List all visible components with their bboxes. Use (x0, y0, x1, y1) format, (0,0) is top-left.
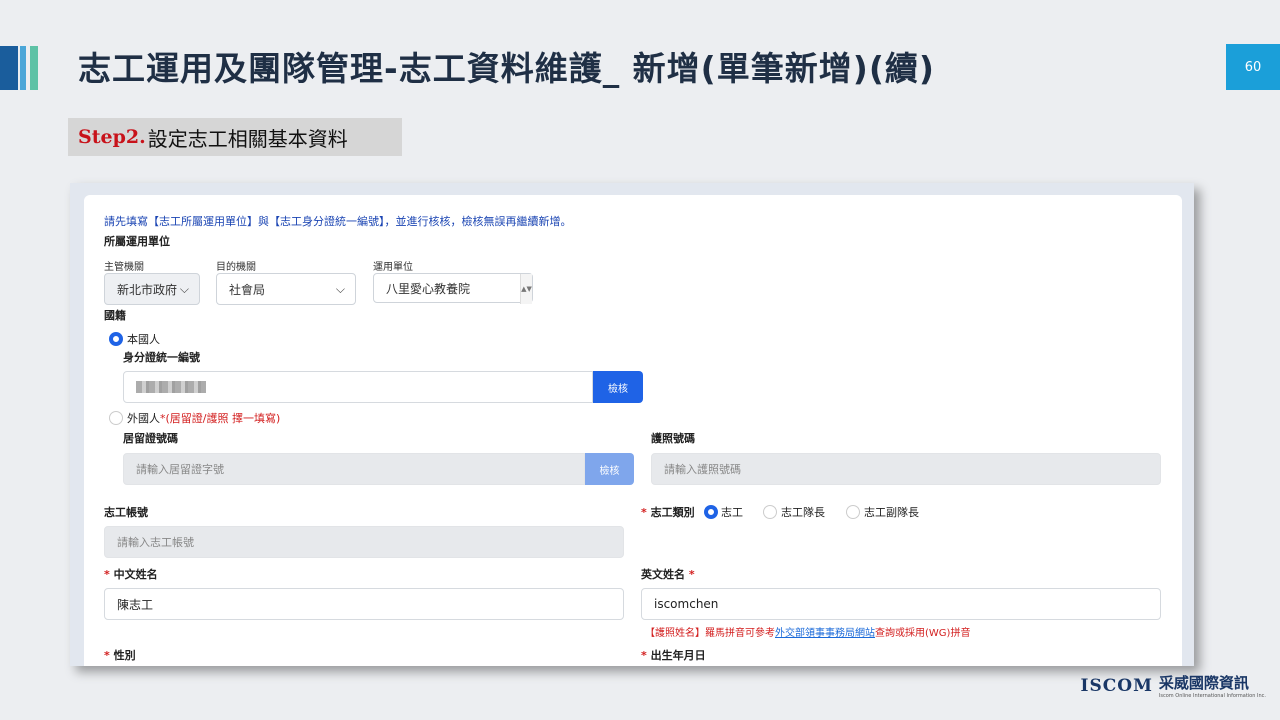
screenshot-frame: 請先填寫【志工所屬運用單位】與【志工身分證統一編號】，並進行核核，檢核無誤再繼續… (70, 183, 1194, 666)
gender-label-text: 性別 (113, 649, 136, 662)
english-name-label-text: 英文姓名 (641, 568, 685, 581)
residence-verify-button[interactable]: 檢核 (585, 453, 634, 485)
step-box: Step2. 設定志工相關基本資料 (68, 118, 402, 156)
birthdate-label-text: 出生年月日 (650, 649, 706, 662)
company-logo: ISCOM 采威國際資訊 Iscom Online International … (1081, 672, 1266, 699)
agency-value: 新北市政府 (117, 282, 178, 297)
agency-select[interactable]: 新北市政府 ⌵ (104, 273, 200, 305)
agency-label: 主管機關 (104, 262, 144, 273)
logo-right: 采威國際資訊 Iscom Online International Inform… (1159, 672, 1266, 699)
target-agency-select[interactable]: 社會局 ⌵ (216, 273, 356, 305)
type-radio-vice-captain[interactable] (846, 505, 860, 519)
account-input[interactable]: 請輸入志工帳號 (104, 526, 624, 558)
domestic-label: 本國人 (127, 333, 160, 346)
chinese-name-label-text: 中文姓名 (113, 568, 158, 581)
type-radio-volunteer[interactable] (704, 505, 718, 519)
chinese-name-input[interactable]: 陳志工 (104, 588, 624, 620)
id-verify-button[interactable]: 檢核 (593, 371, 643, 403)
unit-label: 運用單位 (373, 262, 413, 273)
english-name-hint: 【護照姓名】羅馬拼音可參考外交部領事事務局網站查詢或採用(WG)拼音 (645, 624, 970, 639)
chevron-down-icon: ⌵ (335, 282, 345, 296)
logo-en: Iscom Online International Information I… (1158, 693, 1266, 699)
select-arrows-icon: ▲▼ (520, 274, 532, 304)
page-number: 60 (1226, 44, 1280, 90)
logo-cn: 采威國際資訊 (1158, 674, 1249, 692)
volunteer-type-label-text: 志工類別 (650, 506, 695, 519)
hint-pre: 【護照姓名】羅馬拼音可參考 (645, 628, 775, 639)
id-number-label: 身分證統一編號 (123, 351, 200, 364)
unit-value: 八里愛心教養院 (386, 281, 471, 296)
step-prefix: Step2. (78, 126, 146, 148)
account-label: 志工帳號 (104, 506, 148, 519)
required-mark: * (641, 506, 647, 519)
foreign-radio[interactable] (109, 411, 123, 425)
residence-label: 居留證號碼 (123, 432, 178, 445)
foreign-label: 外國人*(居留證/護照 擇一填寫) (127, 410, 280, 426)
english-name-label: 英文姓名 * (641, 566, 695, 582)
domestic-radio[interactable] (109, 332, 123, 346)
birthdate-label: * 出生年月日 (641, 647, 706, 663)
gender-label: * 性別 (104, 647, 136, 663)
required-mark: * (688, 568, 695, 581)
type-option-volunteer: 志工 (721, 506, 743, 519)
accent-bar (30, 46, 38, 90)
required-mark: * (104, 649, 110, 662)
foreign-label-text: 外國人 (127, 412, 160, 425)
passport-input[interactable]: 請輸入護照號碼 (651, 453, 1161, 485)
passport-label: 護照號碼 (651, 432, 695, 445)
chinese-name-label: * 中文姓名 (104, 566, 158, 582)
notice-text: 請先填寫【志工所屬運用單位】與【志工身分證統一編號】，並進行核核，檢核無誤再繼續… (104, 215, 572, 228)
target-agency-value: 社會局 (229, 282, 266, 297)
title-accent-bars (0, 46, 40, 90)
consular-site-link[interactable]: 外交部領事事務局網站 (775, 628, 875, 639)
slide-title: 志工運用及團隊管理-志工資料維護_ 新增(單筆新增)(續) (78, 49, 936, 88)
type-option-captain: 志工隊長 (781, 506, 825, 519)
id-number-input[interactable] (123, 371, 593, 403)
required-mark: * (641, 649, 647, 662)
accent-bar (0, 46, 18, 90)
logo-word: ISCOM (1080, 675, 1153, 696)
target-agency-label: 目的機關 (216, 262, 256, 273)
unit-select[interactable]: 八里愛心教養院 ▲▼ (373, 273, 533, 304)
residence-input[interactable]: 請輸入居留證字號 (123, 453, 585, 485)
foreign-note: *(居留證/護照 擇一填寫) (160, 412, 281, 425)
form-panel: 請先填寫【志工所屬運用單位】與【志工身分證統一編號】，並進行核核，檢核無誤再繼續… (84, 195, 1182, 666)
nationality-label: 國籍 (104, 309, 126, 322)
masked-id-value (136, 381, 206, 393)
hint-post: 查詢或採用(WG)拼音 (875, 628, 971, 639)
step-text: 設定志工相關基本資料 (147, 126, 348, 151)
unit-section-label: 所屬運用單位 (104, 235, 170, 248)
type-radio-captain[interactable] (763, 505, 777, 519)
required-mark: * (104, 568, 110, 581)
type-option-vice-captain: 志工副隊長 (864, 506, 919, 519)
accent-bar (20, 46, 26, 90)
chevron-down-icon: ⌵ (179, 282, 189, 296)
volunteer-type-label: * 志工類別 (641, 504, 695, 520)
english-name-input[interactable]: iscomchen (641, 588, 1161, 620)
